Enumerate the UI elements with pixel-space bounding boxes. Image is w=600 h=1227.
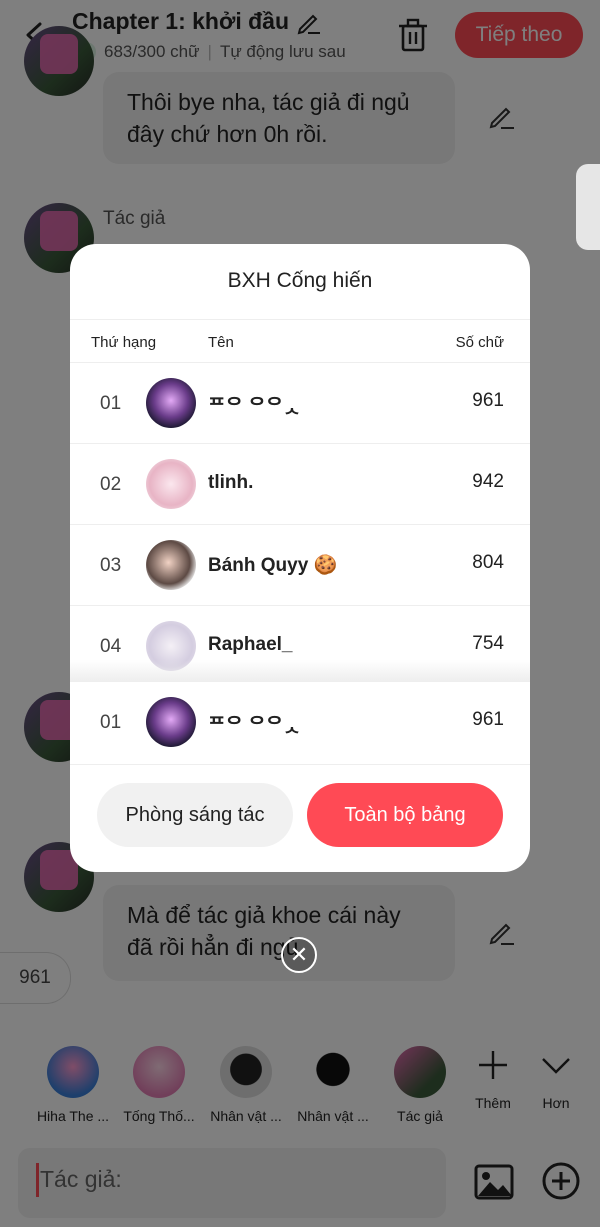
studio-button[interactable]: Phòng sáng tác [97,783,293,847]
col-rank-header: Thứ hạng [91,334,157,351]
rank: 03 [100,555,122,576]
word-score: 804 [472,552,504,573]
user-avatar [146,378,196,428]
leaderboard-row[interactable]: 02 tlinh. 942 [70,444,530,525]
divider [70,319,530,320]
word-score: 961 [472,709,504,730]
user-name: tlinh. [208,472,254,493]
user-avatar [146,540,196,590]
user-avatar [146,697,196,747]
word-score: 754 [472,633,504,654]
close-icon[interactable]: ✕ [281,937,317,973]
dialog-title: BXH Cống hiến [227,269,373,292]
col-words-header: Số chữ [455,334,504,351]
user-name: ᄑᄋ ᄋᄋᆺ [208,715,301,736]
accessibility-tab[interactable] [576,164,600,250]
rank: 04 [100,636,122,657]
word-score: 961 [472,390,504,411]
rank: 01 [100,393,122,414]
my-rank-row[interactable]: 01 ᄑᄋ ᄋᄋᆺ 961 [70,682,530,765]
leaderboard-row[interactable]: 01 ᄑᄋ ᄋᄋᆺ 961 [70,363,530,444]
rank: 01 [100,712,122,733]
leaderboard-dialog: BXH Cống hiến Thứ hạng Tên Số chữ 01 ᄑᄋ … [70,244,530,872]
user-name: Raphael_ [208,634,293,655]
leaderboard-row[interactable]: 03 Bánh Quyy 🍪 804 [70,525,530,606]
col-name-header: Tên [208,334,234,351]
user-name: Bánh Quyy 🍪 [208,555,338,576]
user-name: ᄑᄋ ᄋᄋᆺ [208,396,301,417]
full-table-button[interactable]: Toàn bộ bảng [307,783,503,847]
scroll-fade [70,660,530,684]
rank: 02 [100,474,122,495]
user-avatar [146,459,196,509]
word-score: 942 [472,471,504,492]
